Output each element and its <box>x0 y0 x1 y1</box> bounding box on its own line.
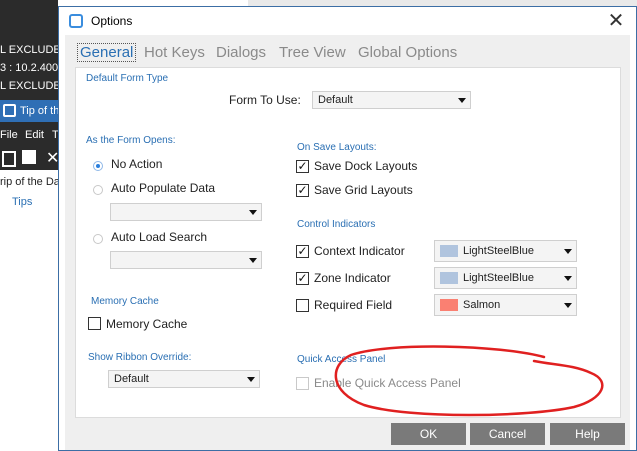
ribbon-override-select[interactable]: Default <box>108 370 260 388</box>
section-as-form-opens: As the Form Opens: <box>86 135 176 146</box>
chevron-down-icon <box>249 210 257 215</box>
form-to-use-select[interactable]: Default <box>312 91 471 109</box>
form-to-use-label: Form To Use: <box>229 93 301 107</box>
context-indicator-label[interactable]: Context Indicator <box>314 244 405 258</box>
save-grid-layouts-checkbox[interactable]: ✓ <box>296 184 309 197</box>
ribbon-override-value: Default <box>114 373 149 385</box>
dialog-titlebar[interactable]: Options ✕ <box>59 7 636 35</box>
chevron-down-icon <box>249 258 257 263</box>
chevron-down-icon <box>564 303 572 308</box>
tab-global-options[interactable]: Global Options <box>358 44 457 61</box>
menu-edit[interactable]: Edit <box>25 129 44 141</box>
background-line: 3 : 10.2.400. <box>0 62 62 74</box>
auto-populate-select[interactable] <box>110 203 262 221</box>
radio-auto-load-search-label[interactable]: Auto Load Search <box>111 230 207 244</box>
new-doc-icon[interactable] <box>2 151 16 167</box>
context-indicator-checkbox[interactable]: ✓ <box>296 245 309 258</box>
background-tab[interactable]: Tip of th <box>0 100 58 122</box>
color-swatch <box>440 245 458 257</box>
radio-no-action[interactable] <box>93 161 103 171</box>
options-dialog: Options ✕ General Hot Keys Dialogs Tree … <box>58 6 637 451</box>
save-icon[interactable] <box>22 150 36 164</box>
section-show-ribbon-override: Show Ribbon Override: <box>88 352 192 363</box>
radio-auto-load-search[interactable] <box>93 234 103 244</box>
color-swatch <box>440 272 458 284</box>
radio-no-action-label[interactable]: No Action <box>111 157 162 171</box>
required-field-color-value: Salmon <box>463 299 501 311</box>
background-toolbar: ✕ <box>0 146 59 170</box>
context-indicator-color-value: LightSteelBlue <box>463 245 534 257</box>
quick-access-checkbox[interactable] <box>296 377 309 390</box>
required-field-checkbox[interactable] <box>296 299 309 312</box>
memory-cache-label[interactable]: Memory Cache <box>106 317 187 331</box>
radio-auto-populate[interactable] <box>93 185 103 195</box>
section-control-indicators: Control Indicators <box>297 219 376 230</box>
section-on-save-layouts: On Save Layouts: <box>297 142 377 153</box>
chevron-down-icon <box>458 98 466 103</box>
background-tips-link[interactable]: Tips <box>12 196 32 208</box>
section-memory-cache: Memory Cache <box>91 296 159 307</box>
zone-indicator-checkbox[interactable]: ✓ <box>296 272 309 285</box>
form-to-use-value: Default <box>318 94 353 106</box>
tab-dialogs[interactable]: Dialogs <box>216 44 266 61</box>
tab-hot-keys[interactable]: Hot Keys <box>144 44 205 61</box>
background-tip-text: rip of the Da <box>0 176 60 188</box>
menu-file[interactable]: File <box>0 129 18 141</box>
required-field-label[interactable]: Required Field <box>314 298 392 312</box>
red-annotation-circle <box>334 345 604 417</box>
save-dock-layouts-checkbox[interactable]: ✓ <box>296 160 309 173</box>
chevron-down-icon <box>564 276 572 281</box>
zone-indicator-color-value: LightSteelBlue <box>463 272 534 284</box>
close-button[interactable]: ✕ <box>604 9 628 33</box>
background-tab-label: Tip of th <box>20 105 58 117</box>
context-indicator-color-select[interactable]: LightSteelBlue <box>434 240 577 262</box>
section-default-form-type: Default Form Type <box>86 73 169 84</box>
app-icon <box>69 14 83 28</box>
zone-indicator-label[interactable]: Zone Indicator <box>314 271 391 285</box>
required-field-color-select[interactable]: Salmon <box>434 294 577 316</box>
zone-indicator-color-select[interactable]: LightSteelBlue <box>434 267 577 289</box>
save-dock-layouts-label[interactable]: Save Dock Layouts <box>314 159 417 173</box>
auto-load-search-select[interactable] <box>110 251 262 269</box>
chevron-down-icon <box>564 249 572 254</box>
background-menu-bar: File Edit T <box>0 124 59 146</box>
dialog-title: Options <box>91 14 133 28</box>
save-grid-layouts-label[interactable]: Save Grid Layouts <box>314 183 413 197</box>
radio-auto-populate-label[interactable]: Auto Populate Data <box>111 181 215 195</box>
color-swatch <box>440 299 458 311</box>
memory-cache-checkbox[interactable] <box>88 317 101 330</box>
window-icon <box>3 104 16 117</box>
tab-general[interactable]: General <box>77 43 137 62</box>
chevron-down-icon <box>247 377 255 382</box>
background-line: L EXCLUDE <box>0 80 61 92</box>
tab-tree-view[interactable]: Tree View <box>279 44 346 61</box>
background-line: L EXCLUDE <box>0 44 61 56</box>
